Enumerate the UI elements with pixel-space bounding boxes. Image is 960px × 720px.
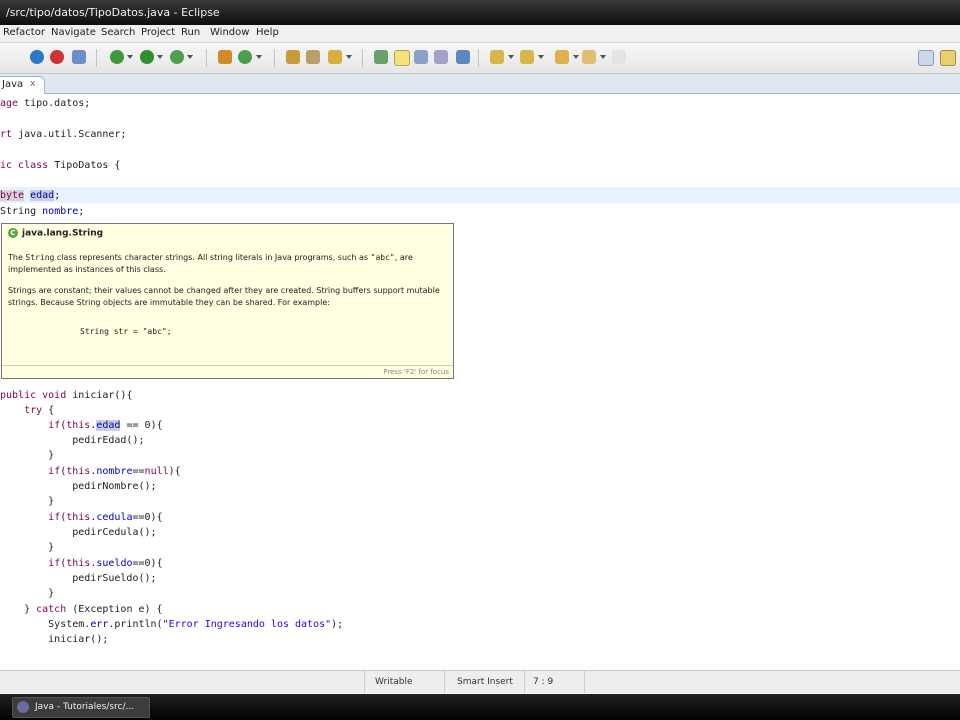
menu-project[interactable]: Project (141, 27, 175, 38)
block-selection-icon[interactable] (414, 50, 428, 64)
code-line: System.err.println("Error Ingresando los… (0, 619, 344, 630)
hover-footer: Press 'F2' for focus (2, 365, 453, 379)
code-line: } (0, 588, 55, 599)
open-folder-icon[interactable] (286, 50, 300, 64)
external-tools-icon[interactable] (170, 50, 184, 64)
pilcrow-icon[interactable] (456, 50, 470, 64)
hover-paragraph-2: Strings are constant; their values canno… (8, 286, 440, 307)
menu-bar: Refactor Navigate Search Project Run Win… (0, 25, 960, 43)
code-line: pedirCedula(); (0, 527, 157, 538)
status-bar: Writable Smart Insert 7 : 9 (0, 670, 960, 693)
tab-java-file[interactable]: Java x (0, 76, 45, 94)
editor-tab-bar: Java x (0, 74, 960, 94)
close-icon[interactable]: x (30, 79, 35, 89)
search-icon[interactable] (328, 50, 342, 64)
javadoc-hover-popup: Cjava.lang.String The String class repre… (1, 223, 454, 379)
taskbar: Java - Tutoriales/src/... (0, 694, 960, 720)
taskbar-item-label: Java - Tutoriales/src/... (35, 702, 135, 712)
code-line: ic class TipoDatos { (0, 160, 121, 171)
window-title: /src/tipo/datos/TipoDatos.java - Eclipse (6, 6, 220, 19)
hover-title: Cjava.lang.String (8, 228, 103, 239)
menu-window[interactable]: Window (210, 27, 249, 38)
code-line: pedirEdad(); (0, 435, 145, 446)
new-java-project-icon[interactable] (218, 50, 232, 64)
code-line: pedirSueldo(); (0, 573, 157, 584)
hover-code-example: String str = "abc"; (80, 327, 172, 336)
debug-icon[interactable] (30, 50, 44, 64)
status-writable: Writable (364, 671, 445, 693)
edit-icon[interactable] (394, 50, 410, 66)
code-line: } (0, 496, 55, 507)
code-line: String nombre; (0, 206, 85, 217)
main-toolbar (0, 43, 960, 74)
open-perspective-icon[interactable] (918, 50, 934, 66)
current-line-highlight (0, 187, 960, 203)
forward-icon[interactable] (582, 50, 596, 64)
menu-refactor[interactable]: Refactor (3, 27, 45, 38)
tab-label: Java (2, 79, 24, 90)
code-line: pedirNombre(); (0, 481, 157, 492)
title-bar: /src/tipo/datos/TipoDatos.java - Eclipse (0, 0, 960, 25)
pin-icon[interactable] (612, 50, 626, 64)
menu-run[interactable]: Run (181, 27, 200, 38)
code-line: if(this.sueldo==0){ (48, 558, 163, 569)
code-line: } catch (Exception e) { (0, 604, 163, 615)
code-line: public void iniciar(){ (0, 390, 133, 401)
code-line: if(this.cedula==0){ (48, 512, 163, 523)
menu-navigate[interactable]: Navigate (51, 27, 96, 38)
code-line: if(this.nombre==null){ (48, 466, 181, 477)
code-line: byte edad; (0, 190, 61, 201)
code-line: age tipo.datos; (0, 98, 91, 109)
show-whitespace-icon[interactable] (434, 50, 448, 64)
toggle-mark-icon[interactable] (374, 50, 388, 64)
menu-search[interactable]: Search (101, 27, 135, 38)
eclipse-icon (17, 701, 29, 713)
status-insert-mode: Smart Insert (444, 671, 525, 693)
open-task-icon[interactable] (306, 50, 320, 64)
previous-annotation-icon[interactable] (520, 50, 534, 64)
debug-run-icon[interactable] (110, 50, 124, 64)
back-icon[interactable] (555, 50, 569, 64)
taskbar-eclipse-button[interactable]: Java - Tutoriales/src/... (12, 697, 150, 718)
new-class-icon[interactable] (238, 50, 252, 64)
run-icon[interactable] (140, 50, 154, 64)
code-line: } (0, 542, 55, 553)
open-type-icon[interactable] (72, 50, 86, 64)
code-line: try { (24, 405, 55, 416)
next-annotation-icon[interactable] (490, 50, 504, 64)
stop-icon[interactable] (50, 50, 64, 64)
java-perspective-icon[interactable] (940, 50, 956, 66)
code-line: rt java.util.Scanner; (0, 129, 127, 140)
menu-help[interactable]: Help (256, 27, 279, 38)
code-line: iniciar(); (0, 634, 109, 645)
code-line: if(this.edad == 0){ (48, 420, 163, 431)
status-cursor-position: 7 : 9 (524, 671, 585, 693)
hover-paragraph-1: The String class represents character st… (8, 253, 413, 274)
code-line: } (0, 450, 55, 461)
class-icon: C (8, 228, 18, 238)
